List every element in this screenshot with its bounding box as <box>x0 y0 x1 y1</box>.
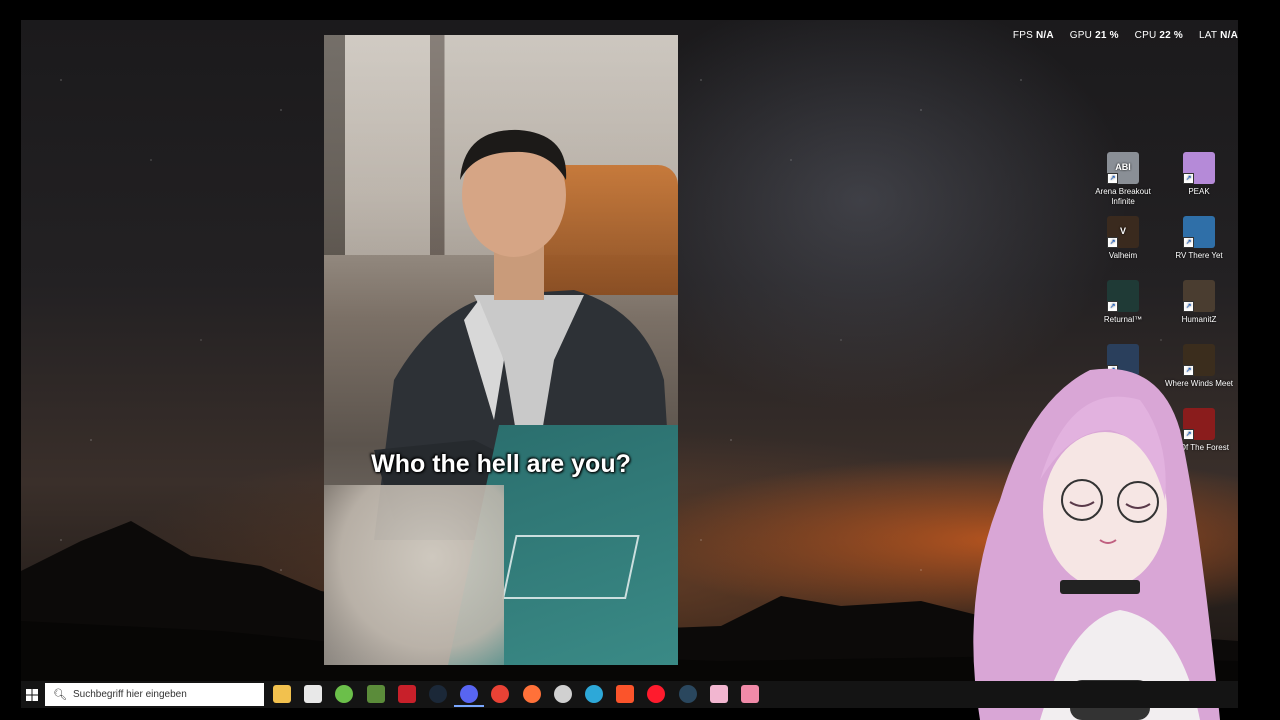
start-button[interactable] <box>21 681 43 708</box>
pink-tool-icon[interactable] <box>741 685 759 703</box>
vtuber-avatar <box>973 368 1220 720</box>
desktop-icon-label: Arena Breakout Infinite <box>1095 187 1151 206</box>
windows-icon <box>26 688 38 701</box>
rv-there-yet-icon: ↗ <box>1183 216 1215 248</box>
valheim-icon: V ↗ <box>1107 216 1139 248</box>
chrome-icon[interactable] <box>491 685 510 703</box>
obs-icon[interactable] <box>397 685 416 703</box>
desktop-icon-peak[interactable]: ↗ PEAK <box>1164 152 1234 197</box>
desktop-icon-abi[interactable]: ABI ↗ Arena Breakout Infinite <box>1088 152 1158 207</box>
desktop-icon-label: Valheim <box>1108 251 1138 260</box>
desktop-icon-returnal[interactable]: ↗ Returnal™ <box>1088 280 1158 325</box>
speedometer-icon[interactable] <box>553 685 572 703</box>
shortcut-arrow-icon: ↗ <box>1183 237 1194 248</box>
taskbar: 🔍︎ Suchbegriff hier eingeben <box>21 681 1238 708</box>
store-icon[interactable] <box>304 685 323 703</box>
peak-icon: ↗ <box>1183 152 1215 184</box>
steam-icon-2[interactable] <box>678 685 697 703</box>
video-player[interactable]: Who the hell are you? <box>324 35 678 665</box>
desktop-icon-label: RV There Yet <box>1175 251 1223 260</box>
icon-badge-text: V <box>1119 226 1126 236</box>
table-marking <box>502 535 640 599</box>
taskbar-search-input[interactable]: 🔍︎ Suchbegriff hier eingeben <box>45 683 264 706</box>
returnal-icon: ↗ <box>1107 280 1139 312</box>
desktop-icon-label: PEAK <box>1188 187 1210 196</box>
abi-icon: ABI ↗ <box>1107 152 1139 184</box>
steam-icon[interactable] <box>429 685 447 703</box>
firefox-icon[interactable] <box>522 685 541 703</box>
desktop-icon-label: HumanitZ <box>1181 315 1217 324</box>
search-icon: 🔍︎ <box>53 689 67 701</box>
vtuber-app-icon[interactable] <box>709 685 728 703</box>
fps-stat: FPS N/A <box>1012 30 1054 41</box>
shortcut-arrow-icon: ↗ <box>1183 301 1194 312</box>
gpu-stat: GPU 21 % <box>1069 30 1119 41</box>
shortcut-arrow-icon: ↗ <box>1107 301 1118 312</box>
foreground-blur <box>324 485 504 665</box>
desktop-icon-rv-there-yet[interactable]: ↗ RV There Yet <box>1164 216 1234 261</box>
humanitz-icon: ↗ <box>1183 280 1215 312</box>
discord-icon[interactable] <box>454 685 485 707</box>
file-explorer-icon[interactable] <box>273 685 291 703</box>
desktop-icon-humanitz[interactable]: ↗ HumanitZ <box>1164 280 1234 325</box>
android-icon[interactable] <box>335 685 354 703</box>
lat-stat: LAT N/A <box>1198 30 1238 41</box>
icon-badge-text: ABI <box>1115 162 1131 172</box>
search-placeholder: Suchbegriff hier eingeben <box>72 689 187 700</box>
video-subtitle: Who the hell are you? <box>371 450 631 478</box>
minecraft-icon[interactable] <box>366 685 385 703</box>
performance-overlay: FPS N/A GPU 21 % CPU 22 % LAT N/A <box>1013 30 1238 41</box>
desktop-icon-label: Returnal™ <box>1103 315 1143 324</box>
opera-icon[interactable] <box>647 685 666 703</box>
shortcut-arrow-icon: ↗ <box>1107 173 1118 184</box>
desktop-icon-valheim[interactable]: V ↗ Valheim <box>1088 216 1158 261</box>
brave-icon[interactable] <box>616 685 635 703</box>
shortcut-arrow-icon: ↗ <box>1107 237 1118 248</box>
cpu-stat: CPU 22 % <box>1134 30 1183 41</box>
shortcut-arrow-icon: ↗ <box>1183 173 1194 184</box>
edge-icon[interactable] <box>585 685 603 703</box>
